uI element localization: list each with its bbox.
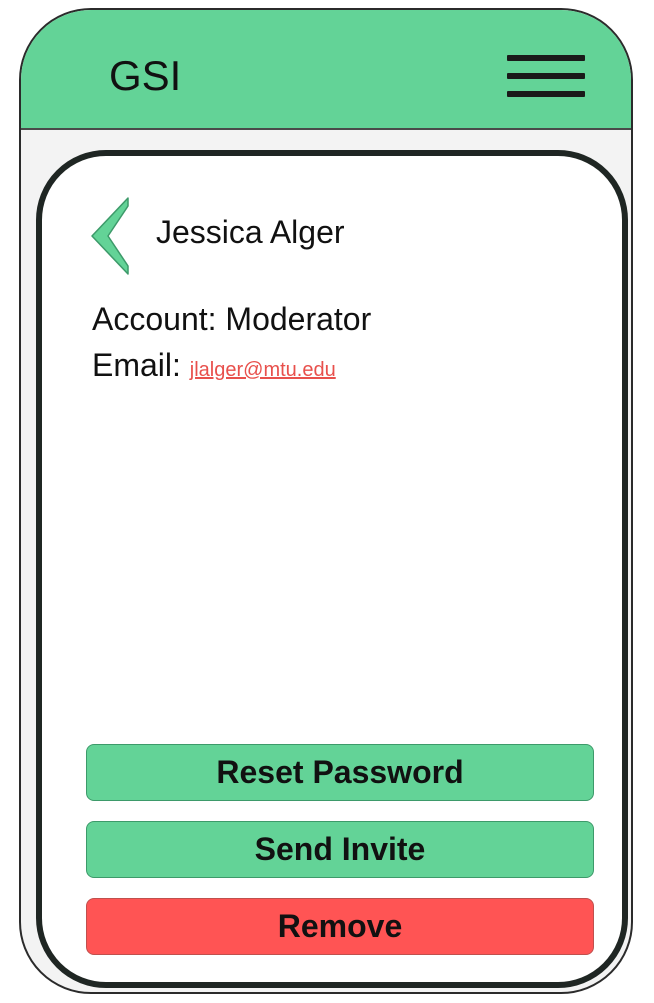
contact-name: Jessica Alger xyxy=(156,214,345,250)
reset-password-button[interactable]: Reset Password xyxy=(86,744,594,801)
chevron-left-icon[interactable] xyxy=(90,196,134,276)
email-label: Email: xyxy=(92,347,181,383)
app-header: GSI xyxy=(21,10,631,130)
email-info: Email: jlalger@mtu.edu xyxy=(92,345,336,390)
account-label: Account: xyxy=(92,301,217,337)
account-info: Account: Moderator xyxy=(92,299,371,339)
send-invite-button[interactable]: Send Invite xyxy=(86,821,594,878)
account-value: Moderator xyxy=(225,301,372,337)
email-link[interactable]: jlalger@mtu.edu xyxy=(190,359,336,381)
phone-frame: GSI Jessica Alger Account: Moderator Ema… xyxy=(19,8,633,994)
profile-card: Jessica Alger Account: Moderator Email: … xyxy=(36,150,628,988)
hamburger-menu-icon[interactable] xyxy=(507,55,585,97)
app-title: GSI xyxy=(109,52,182,99)
remove-button[interactable]: Remove xyxy=(86,898,594,955)
